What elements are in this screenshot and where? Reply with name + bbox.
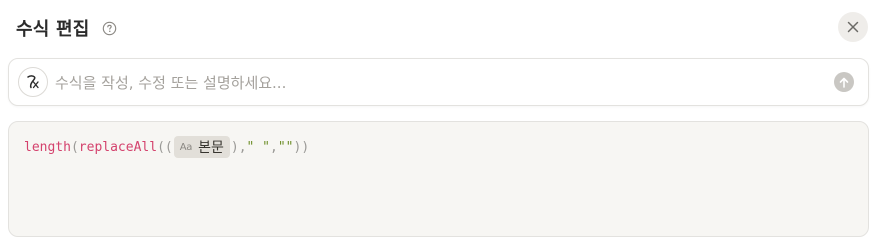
formula-code-line[interactable]: length(replaceAll(( Aa 본문), " ", "")) xyxy=(24,136,309,158)
ai-prompt-input[interactable] xyxy=(55,71,815,95)
dialog-header: 수식 편집 xyxy=(16,14,118,42)
paren-close-comma: ), xyxy=(230,139,247,155)
question-circle-icon[interactable] xyxy=(102,21,118,37)
function-replace-all: replaceAll xyxy=(78,139,158,155)
string-empty-arg: "" xyxy=(277,139,294,155)
text-property-icon: Aa xyxy=(179,141,193,153)
string-space-arg: " " xyxy=(246,139,271,155)
dialog-title: 수식 편집 xyxy=(16,19,90,40)
arg-comma: , xyxy=(270,139,278,155)
property-name: 본문 xyxy=(198,140,224,156)
paren-close-double: )) xyxy=(293,139,310,155)
formula-editor-dialog: 수식 편집 수식을 작성, 수정 또는 설명하세요... length (re… xyxy=(0,0,878,243)
close-x-icon xyxy=(847,21,859,33)
close-button[interactable] xyxy=(838,12,868,42)
submit-button[interactable] xyxy=(834,72,854,92)
paren-open: ( xyxy=(70,139,79,155)
property-token[interactable]: Aa 본문 xyxy=(173,136,230,158)
function-length: length xyxy=(24,139,71,155)
arrow-up-icon xyxy=(839,77,849,88)
paren-open-double: (( xyxy=(157,139,173,155)
formula-sigma-icon xyxy=(18,67,48,97)
ai-prompt-bar xyxy=(8,58,869,106)
formula-code-editor[interactable]: length(replaceAll(( Aa 본문), " ", "")) xyxy=(8,121,869,237)
